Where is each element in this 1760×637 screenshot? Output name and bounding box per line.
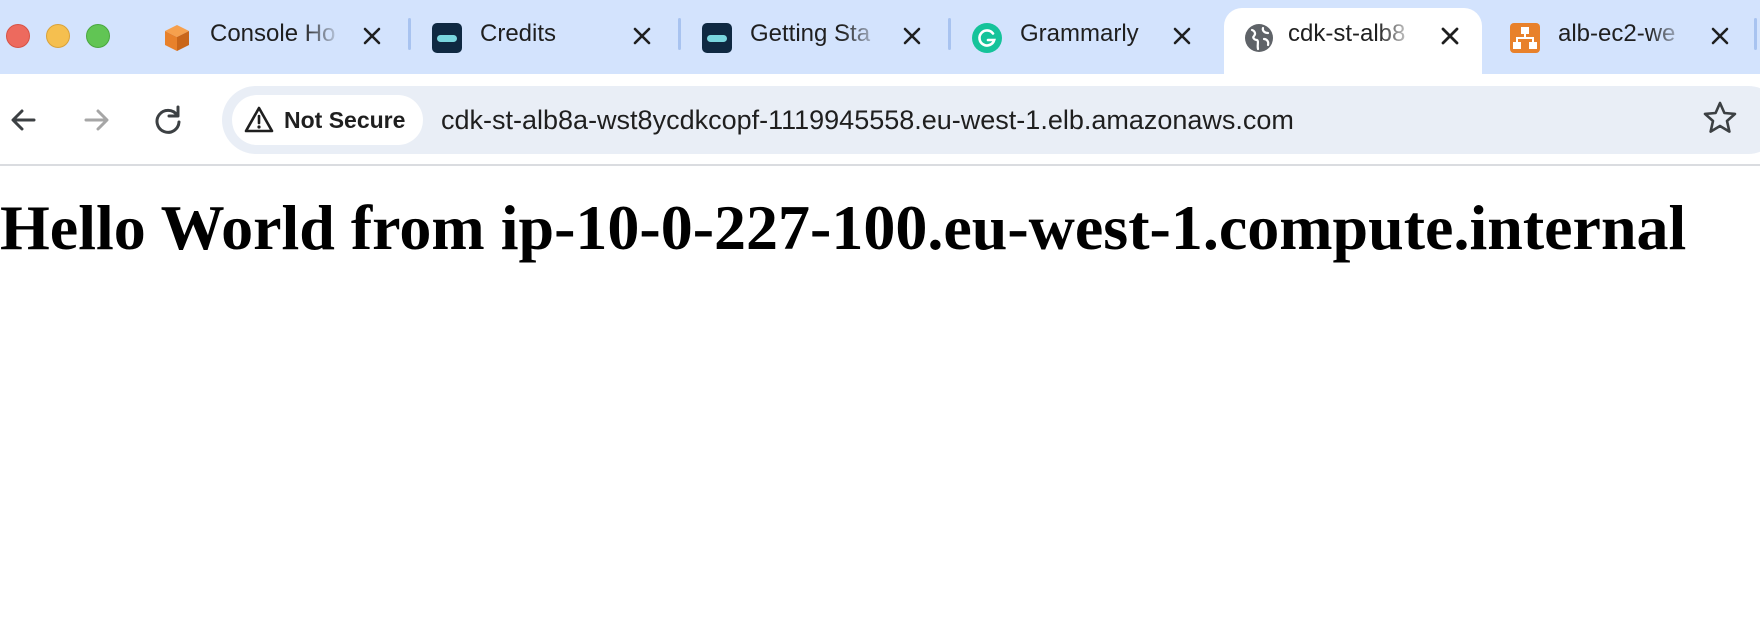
window-zoom-button[interactable] — [86, 24, 110, 48]
tab-title: cdk-st-alb8 — [1288, 20, 1406, 47]
tab-alb-ec2[interactable]: alb-ec2-we — [1496, 8, 1750, 74]
tab-title: Getting Sta — [750, 20, 871, 47]
close-icon[interactable] — [1436, 22, 1464, 50]
close-icon[interactable] — [1706, 22, 1734, 50]
tab-separator — [408, 18, 411, 50]
aws-cube-icon — [165, 25, 189, 51]
tab-cdk-st-alb-active[interactable]: cdk-st-alb8 — [1224, 8, 1482, 74]
tab-getting-started[interactable]: Getting Sta — [688, 8, 940, 74]
tab-title: Grammarly — [1020, 20, 1139, 47]
tab-credits[interactable]: Credits — [418, 8, 670, 74]
tab-separator — [948, 18, 951, 50]
tab-title: alb-ec2-we — [1558, 20, 1676, 47]
page-heading: Hello World from ip-10-0-227-100.eu-west… — [0, 192, 1687, 263]
tab-strip: Console Ho Credits Getting Sta Grammarly… — [0, 0, 1760, 74]
window-minimize-button[interactable] — [46, 24, 70, 48]
back-arrow-icon[interactable] — [4, 100, 44, 140]
credits-app-icon — [702, 23, 732, 53]
security-label: Not Secure — [284, 107, 406, 133]
tab-grammarly[interactable]: Grammarly — [958, 8, 1210, 74]
bookmark-star-icon[interactable] — [1702, 100, 1738, 136]
tab-separator — [1754, 18, 1757, 50]
credits-app-icon — [432, 23, 462, 53]
forward-arrow-icon[interactable] — [76, 100, 116, 140]
window-close-button[interactable] — [6, 24, 30, 48]
close-icon[interactable] — [358, 22, 386, 50]
url-text[interactable]: cdk-st-alb8a-wst8ycdkcopf-1119945558.eu-… — [441, 86, 1294, 154]
tab-title: Credits — [480, 20, 557, 47]
close-icon[interactable] — [1168, 22, 1196, 50]
tab-title: Console Ho — [210, 20, 336, 47]
close-icon[interactable] — [898, 22, 926, 50]
warning-triangle-icon — [244, 106, 274, 133]
reload-icon[interactable] — [148, 100, 188, 140]
page-content: Hello World from ip-10-0-227-100.eu-west… — [0, 168, 1760, 637]
address-bar[interactable]: Not Secure cdk-st-alb8a-wst8ycdkcopf-111… — [222, 86, 1760, 154]
close-icon[interactable] — [628, 22, 656, 50]
diagram-app-icon — [1510, 23, 1540, 53]
site-security-chip[interactable]: Not Secure — [232, 95, 424, 145]
browser-toolbar: Not Secure cdk-st-alb8a-wst8ycdkcopf-111… — [0, 74, 1760, 166]
grammarly-icon — [972, 23, 1002, 53]
globe-icon — [1245, 24, 1273, 52]
tab-console-home[interactable]: Console Ho — [148, 8, 400, 74]
tab-separator — [678, 18, 681, 50]
